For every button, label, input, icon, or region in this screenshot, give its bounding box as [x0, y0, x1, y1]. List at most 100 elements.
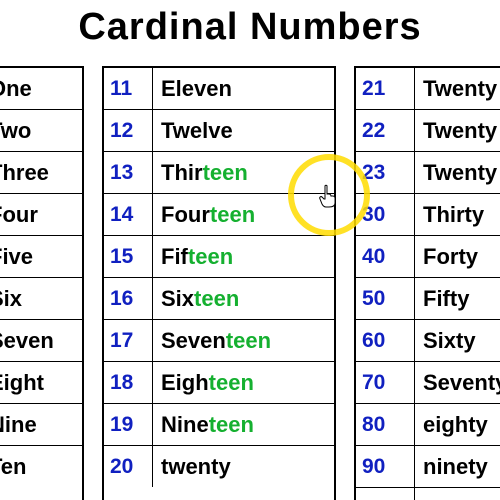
word-prefix: Four — [0, 202, 38, 227]
word-cell: Six — [0, 286, 82, 312]
word-prefix: One hundred — [423, 496, 500, 500]
table-row: 90 ninety — [356, 446, 500, 488]
table-row: 7Seven — [0, 320, 82, 362]
word-prefix: Five — [0, 244, 33, 269]
number-cell: 70 — [356, 362, 415, 403]
word-prefix: eighty — [423, 412, 488, 437]
number-cell: 16 — [104, 278, 153, 319]
word-prefix: Thir — [161, 160, 203, 185]
word-prefix: ninety — [423, 454, 488, 479]
word-prefix: Two — [0, 118, 31, 143]
word-prefix: Eleven — [161, 76, 232, 101]
word-cell: Seventeen — [153, 328, 334, 354]
table-row: 21 Twenty one — [356, 68, 500, 110]
word-cell: ninety — [415, 454, 500, 480]
number-cell: 22 — [356, 110, 415, 151]
word-prefix: Thirty — [423, 202, 484, 227]
word-cell: Twelve — [153, 118, 334, 144]
table-row: 80 eighty — [356, 404, 500, 446]
table-row: 8Eight — [0, 362, 82, 404]
number-cell: 90 — [356, 446, 415, 487]
number-cell: 15 — [104, 236, 153, 277]
word-cell: Ten — [0, 454, 82, 480]
word-prefix: twenty — [161, 454, 231, 479]
number-cell: 20 — [104, 446, 153, 487]
word-prefix: Twenty one — [423, 76, 500, 101]
word-cell: Seventy — [415, 370, 500, 396]
word-prefix: Fifty — [423, 286, 469, 311]
table-row: 60 Sixty — [356, 320, 500, 362]
word-prefix: Ten — [0, 454, 26, 479]
word-prefix: Nine — [0, 412, 37, 437]
table-row: 18 Eighteen — [104, 362, 334, 404]
word-prefix: Sixty — [423, 328, 476, 353]
word-prefix: Seventy — [423, 370, 500, 395]
word-prefix: Nine — [161, 412, 209, 437]
number-cell: 19 — [104, 404, 153, 445]
word-prefix: Six — [0, 286, 22, 311]
table-row: 10Ten — [0, 446, 82, 487]
number-cell: 50 — [356, 278, 415, 319]
word-cell: twenty — [153, 454, 334, 480]
word-prefix: Twenty three — [423, 160, 500, 185]
word-cell: Sixty — [415, 328, 500, 354]
word-cell: Forty — [415, 244, 500, 270]
word-cell: Two — [0, 118, 82, 144]
number-cell: 80 — [356, 404, 415, 445]
word-prefix: Fif — [161, 244, 188, 269]
word-cell: Nineteen — [153, 412, 334, 438]
word-prefix: Seven — [161, 328, 226, 353]
word-cell: Thirteen — [153, 160, 334, 186]
table-row: 19Nineteen — [104, 404, 334, 446]
number-cell: 60 — [356, 320, 415, 361]
word-prefix: One — [0, 76, 32, 101]
number-cell: 18 — [104, 362, 153, 403]
table-row: 40 Forty — [356, 236, 500, 278]
column-0: 1One2Two3Three4Four5Five6Six7Seven8Eight… — [0, 66, 84, 500]
word-suffix-teen: teen — [209, 412, 254, 437]
number-cell: 12 — [104, 110, 153, 151]
table-row: 23Twenty three — [356, 152, 500, 194]
number-cell: 100 — [356, 488, 415, 500]
word-prefix: Eigh — [161, 370, 209, 395]
word-cell: Five — [0, 244, 82, 270]
columns-container: 1One2Two3Three4Four5Five6Six7Seven8Eight… — [0, 58, 500, 500]
number-cell: 11 — [104, 68, 153, 109]
table-row: 50 Fifty — [356, 278, 500, 320]
word-cell: Twenty two — [415, 118, 500, 144]
number-cell: 14 — [104, 194, 153, 235]
word-suffix-teen: teen — [210, 202, 255, 227]
table-row: 30Thirty — [356, 194, 500, 236]
table-row: 5Five — [0, 236, 82, 278]
word-cell: Fifty — [415, 286, 500, 312]
word-suffix-teen: teen — [209, 370, 254, 395]
page-title: Cardinal Numbers — [0, 0, 500, 49]
word-prefix: Forty — [423, 244, 478, 269]
word-prefix: Twenty two — [423, 118, 500, 143]
word-cell: Four — [0, 202, 82, 228]
word-prefix: Six — [161, 286, 194, 311]
table-row: 1One — [0, 68, 82, 110]
number-cell: 21 — [356, 68, 415, 109]
table-row: 3Three — [0, 152, 82, 194]
word-prefix: Seven — [0, 328, 54, 353]
number-cell: 40 — [356, 236, 415, 277]
word-suffix-teen: teen — [194, 286, 239, 311]
number-cell: 17 — [104, 320, 153, 361]
table-row: 2Two — [0, 110, 82, 152]
word-cell: Thirty — [415, 202, 500, 228]
word-cell: One hundred — [415, 496, 500, 500]
table-row: 20 twenty — [104, 446, 334, 487]
word-cell: Seven — [0, 328, 82, 354]
word-cell: Three — [0, 160, 82, 186]
column-1: 11Eleven12Twelve13Thirteen14Fourteen15Fi… — [102, 66, 336, 500]
word-prefix: Four — [161, 202, 210, 227]
table-row: 9Nine — [0, 404, 82, 446]
word-suffix-teen: teen — [188, 244, 233, 269]
table-row: 22 Twenty two — [356, 110, 500, 152]
word-cell: Twenty one — [415, 76, 500, 102]
table-row: 14 Fourteen — [104, 194, 334, 236]
word-cell: Twenty three — [415, 160, 500, 186]
table-row: 17Seventeen — [104, 320, 334, 362]
number-cell: 13 — [104, 152, 153, 193]
